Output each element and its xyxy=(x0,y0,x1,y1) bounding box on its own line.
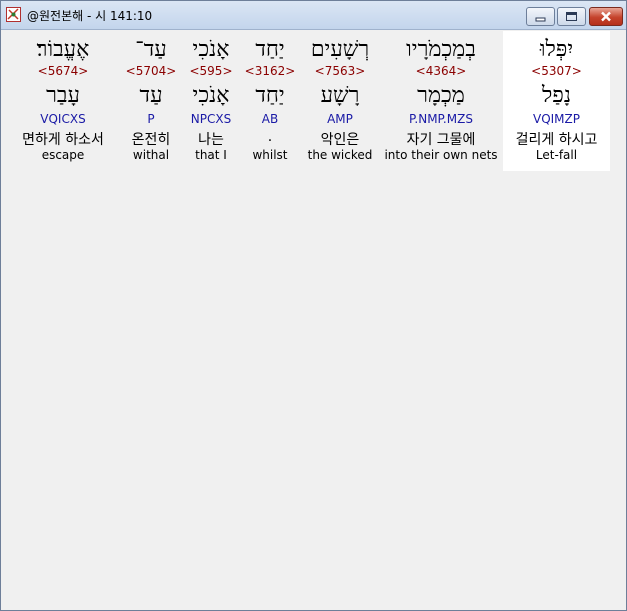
strong-number[interactable]: <3162> xyxy=(243,64,297,78)
morph-code: NPCXS xyxy=(190,112,232,126)
close-icon xyxy=(601,11,611,22)
hebrew-word: אָנֹכִי xyxy=(192,37,230,62)
morph-code: AMP xyxy=(327,112,353,126)
maximize-button[interactable] xyxy=(557,7,586,26)
hebrew-word: אֶעֱבוֹר׃ xyxy=(36,37,90,62)
morph-code: P xyxy=(147,112,155,126)
english-gloss: into their own nets xyxy=(384,148,498,162)
interlinear-panel: יִפְּלוּ <5307> נָפַל VQIMZP 걸리게 하시고 Let… xyxy=(3,31,624,608)
hebrew-word: יַחַד xyxy=(255,37,285,62)
korean-gloss: 면하게 하소서 xyxy=(22,132,104,148)
korean-gloss: 악인은 xyxy=(320,132,360,148)
strong-number[interactable]: <5674> xyxy=(7,64,119,78)
hebrew-lemma: רָשָׁע xyxy=(320,83,360,108)
hebrew-lemma: עַד xyxy=(139,83,163,108)
english-gloss: that I xyxy=(195,148,227,162)
title-bar[interactable]: @원전본해 - 시 141:10 xyxy=(1,1,626,30)
hebrew-lemma: מַכְמָר xyxy=(417,83,465,108)
strong-number[interactable]: <4364> xyxy=(383,64,499,78)
minimize-button[interactable] xyxy=(526,7,555,26)
hebrew-lemma: אָנֹכִי xyxy=(192,83,230,108)
strong-number[interactable]: <5704> xyxy=(123,64,179,78)
hebrew-word: עַד־ xyxy=(135,37,167,62)
hebrew-lemma: עָבַר xyxy=(46,83,80,108)
korean-gloss: 자기 그물에 xyxy=(406,132,476,148)
app-icon xyxy=(5,6,22,23)
strong-number[interactable]: <7563> xyxy=(301,64,379,78)
hebrew-word: רְשָׁעִים xyxy=(310,37,370,62)
korean-gloss: 온전히 xyxy=(131,132,171,148)
english-gloss: whilst xyxy=(252,148,288,162)
minimize-icon xyxy=(535,17,546,22)
strong-number[interactable]: <5307> xyxy=(503,64,610,78)
english-gloss: the wicked xyxy=(307,148,373,162)
hebrew-lemma: נָפַל xyxy=(542,83,571,108)
korean-gloss: 걸리게 하시고 xyxy=(515,132,598,148)
english-gloss: withal xyxy=(132,148,170,162)
app-window: @원전본해 - 시 141:10 יִפְּלוּ <5307> נָפַל V… xyxy=(0,0,627,611)
morph-code: P.NMP.MZS xyxy=(409,112,473,126)
window-title: @원전본해 - 시 141:10 xyxy=(27,9,153,23)
hebrew-word: בְמַכְמֹרָיו xyxy=(406,37,476,62)
morph-code: VQIMZP xyxy=(532,112,580,126)
hebrew-lemma: יַחַד xyxy=(255,83,285,108)
korean-gloss: 나는 xyxy=(198,132,224,148)
morph-code: AB xyxy=(261,112,279,126)
english-gloss: escape xyxy=(41,148,85,162)
maximize-icon xyxy=(566,12,577,21)
strong-number[interactable]: <595> xyxy=(183,64,239,78)
morph-code: VQICXS xyxy=(40,112,86,126)
english-gloss: Let-fall xyxy=(535,148,578,162)
close-button[interactable] xyxy=(589,7,623,26)
hebrew-word: יִפְּלוּ xyxy=(539,37,574,62)
korean-gloss: . xyxy=(267,129,273,145)
